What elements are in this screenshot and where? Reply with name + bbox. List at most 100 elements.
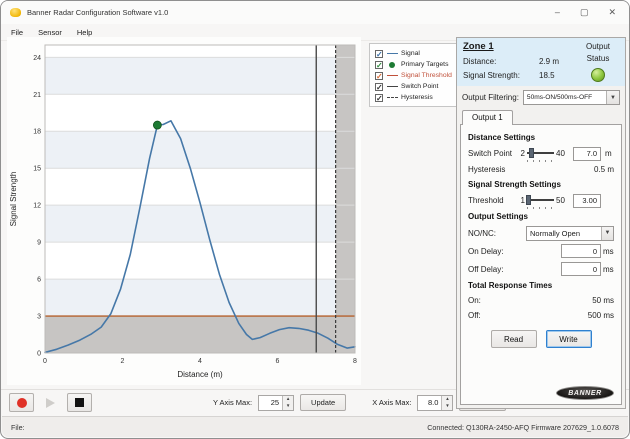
read-button[interactable]: Read xyxy=(491,330,537,348)
no-nc-label: NO/NC: xyxy=(468,229,526,238)
line-marker-icon xyxy=(386,86,398,87)
slider-thumb[interactable] xyxy=(526,195,531,205)
svg-text:2: 2 xyxy=(121,358,125,365)
off-delay-unit: ms xyxy=(601,265,614,274)
x-axis-max-spinner[interactable]: 8.0 ▲▼ xyxy=(417,395,453,411)
switch-point-label: Switch Point xyxy=(468,149,515,158)
down-arrow-icon[interactable]: ▼ xyxy=(283,403,293,410)
legend-label: Signal Threshold xyxy=(401,72,452,79)
y-axis-max-label: Y Axis Max: xyxy=(213,398,252,407)
hysteresis-value: 0.5 m xyxy=(594,165,614,174)
up-arrow-icon[interactable]: ▲ xyxy=(283,396,293,403)
close-icon[interactable]: ✕ xyxy=(608,8,616,17)
signal-chart: 0369121518212402468Distance (m)Signal St… xyxy=(7,37,361,385)
output-filtering-select[interactable]: 50ms-ON/500ms-OFF ▼ xyxy=(523,90,620,105)
distance-value: 2.9 m xyxy=(539,57,559,66)
y-axis-max-spinner[interactable]: 25 ▲▼ xyxy=(258,395,294,411)
line-marker-icon xyxy=(386,75,398,76)
app-window: Banner Radar Configuration Software v1.0… xyxy=(0,0,630,439)
output-filtering-value: 50ms-ON/500ms-OFF xyxy=(524,94,606,101)
menu-item-sensor[interactable]: Sensor xyxy=(38,28,62,37)
response-off-value: 500 ms xyxy=(588,311,614,320)
switch-point-max: 40 xyxy=(556,149,571,158)
tab-output-1[interactable]: Output 1 xyxy=(462,110,513,125)
response-on-label: On: xyxy=(468,296,481,305)
legend-checkbox[interactable]: ✓ xyxy=(375,94,383,102)
maximize-icon[interactable]: ▢ xyxy=(580,8,589,17)
output-filtering-row: Output Filtering: 50ms-ON/500ms-OFF ▼ xyxy=(457,86,625,108)
line-marker-icon xyxy=(386,53,398,54)
svg-text:8: 8 xyxy=(353,358,357,365)
primary-target-dot xyxy=(153,121,161,129)
banner-logo: BANNER xyxy=(556,386,614,400)
output-status-header-line1: Output xyxy=(586,42,610,51)
menu-item-file[interactable]: File xyxy=(11,28,23,37)
signal-strength-label: Signal Strength: xyxy=(463,71,539,80)
play-button[interactable] xyxy=(38,393,63,412)
legend-checkbox[interactable]: ✓ xyxy=(375,61,383,69)
window-title: Banner Radar Configuration Software v1.0 xyxy=(27,8,555,17)
chart-legend: ✓Signal✓Primary Targets✓Signal Threshold… xyxy=(369,43,457,107)
write-button[interactable]: Write xyxy=(546,330,592,348)
threshold-slider[interactable] xyxy=(527,195,554,207)
menu-item-help[interactable]: Help xyxy=(77,28,92,37)
on-delay-unit: ms xyxy=(601,247,614,256)
switch-point-slider[interactable] xyxy=(527,148,554,160)
svg-text:6: 6 xyxy=(37,277,41,284)
y-axis-label: Signal Strength xyxy=(9,172,18,227)
svg-text:3: 3 xyxy=(37,314,41,321)
legend-checkbox[interactable]: ✓ xyxy=(375,83,383,91)
signal-strength-value: 18.5 xyxy=(539,71,555,80)
chevron-down-icon[interactable]: ▼ xyxy=(601,227,613,240)
y-axis-update-button[interactable]: Update xyxy=(300,394,346,411)
threshold-min: 1 xyxy=(517,196,525,205)
svg-text:9: 9 xyxy=(37,240,41,247)
legend-checkbox[interactable]: ✓ xyxy=(375,50,383,58)
line-marker-icon xyxy=(386,97,398,98)
no-nc-select[interactable]: Normally Open ▼ xyxy=(526,226,614,241)
svg-text:0: 0 xyxy=(37,351,41,358)
output-filtering-label: Output Filtering: xyxy=(462,93,519,102)
stop-icon xyxy=(75,398,84,407)
threshold-input[interactable]: 3.00 xyxy=(573,194,601,208)
legend-label: Switch Point xyxy=(401,83,438,90)
total-response-times-header: Total Response Times xyxy=(468,281,614,290)
switch-point-unit: m xyxy=(603,149,616,158)
title-bar: Banner Radar Configuration Software v1.0… xyxy=(1,1,629,24)
file-label: File: xyxy=(11,423,25,432)
legend-checkbox[interactable]: ✓ xyxy=(375,72,383,80)
svg-text:12: 12 xyxy=(33,203,41,210)
output-status-header-line2: Status xyxy=(587,54,610,63)
connection-status: Connected: Q130RA-2450-AFQ Firmware 2076… xyxy=(427,423,619,432)
app-icon xyxy=(10,8,21,17)
dot-marker-icon xyxy=(386,62,398,68)
response-on-value: 50 ms xyxy=(592,296,614,305)
switch-point-min: 2 xyxy=(517,149,525,158)
stop-button[interactable] xyxy=(67,393,92,412)
on-delay-input[interactable]: 0 xyxy=(561,244,601,258)
x-axis-label: Distance (m) xyxy=(177,370,223,379)
off-delay-label: Off Delay: xyxy=(468,265,561,274)
x-axis-max-label: X Axis Max: xyxy=(372,398,411,407)
x-axis-max-value: 8.0 xyxy=(418,396,441,410)
up-arrow-icon[interactable]: ▲ xyxy=(442,396,452,403)
spinner-arrows[interactable]: ▲▼ xyxy=(441,396,452,410)
hysteresis-label: Hysteresis xyxy=(468,165,505,174)
status-bar: File: Connected: Q130RA-2450-AFQ Firmwar… xyxy=(2,416,628,437)
legend-item: ✓ Switch Point xyxy=(375,81,452,92)
down-arrow-icon[interactable]: ▼ xyxy=(442,403,452,410)
switch-point-input[interactable]: 7.0 xyxy=(573,147,601,161)
signal-strength-settings-header: Signal Strength Settings xyxy=(468,180,614,189)
minimize-icon[interactable]: – xyxy=(555,8,560,17)
record-button[interactable] xyxy=(9,393,34,412)
chevron-down-icon[interactable]: ▼ xyxy=(606,91,619,104)
settings-panel: Zone 1 Distance:2.9 m Signal Strength:18… xyxy=(456,37,626,409)
off-delay-input[interactable]: 0 xyxy=(561,262,601,276)
slider-thumb[interactable] xyxy=(529,148,534,158)
response-off-label: Off: xyxy=(468,311,481,320)
legend-label: Hysteresis xyxy=(401,94,433,101)
y-axis-max-value: 25 xyxy=(259,396,282,410)
spinner-arrows[interactable]: ▲▼ xyxy=(282,396,293,410)
svg-text:24: 24 xyxy=(33,55,41,62)
legend-item: ✓ Signal Threshold xyxy=(375,70,452,81)
